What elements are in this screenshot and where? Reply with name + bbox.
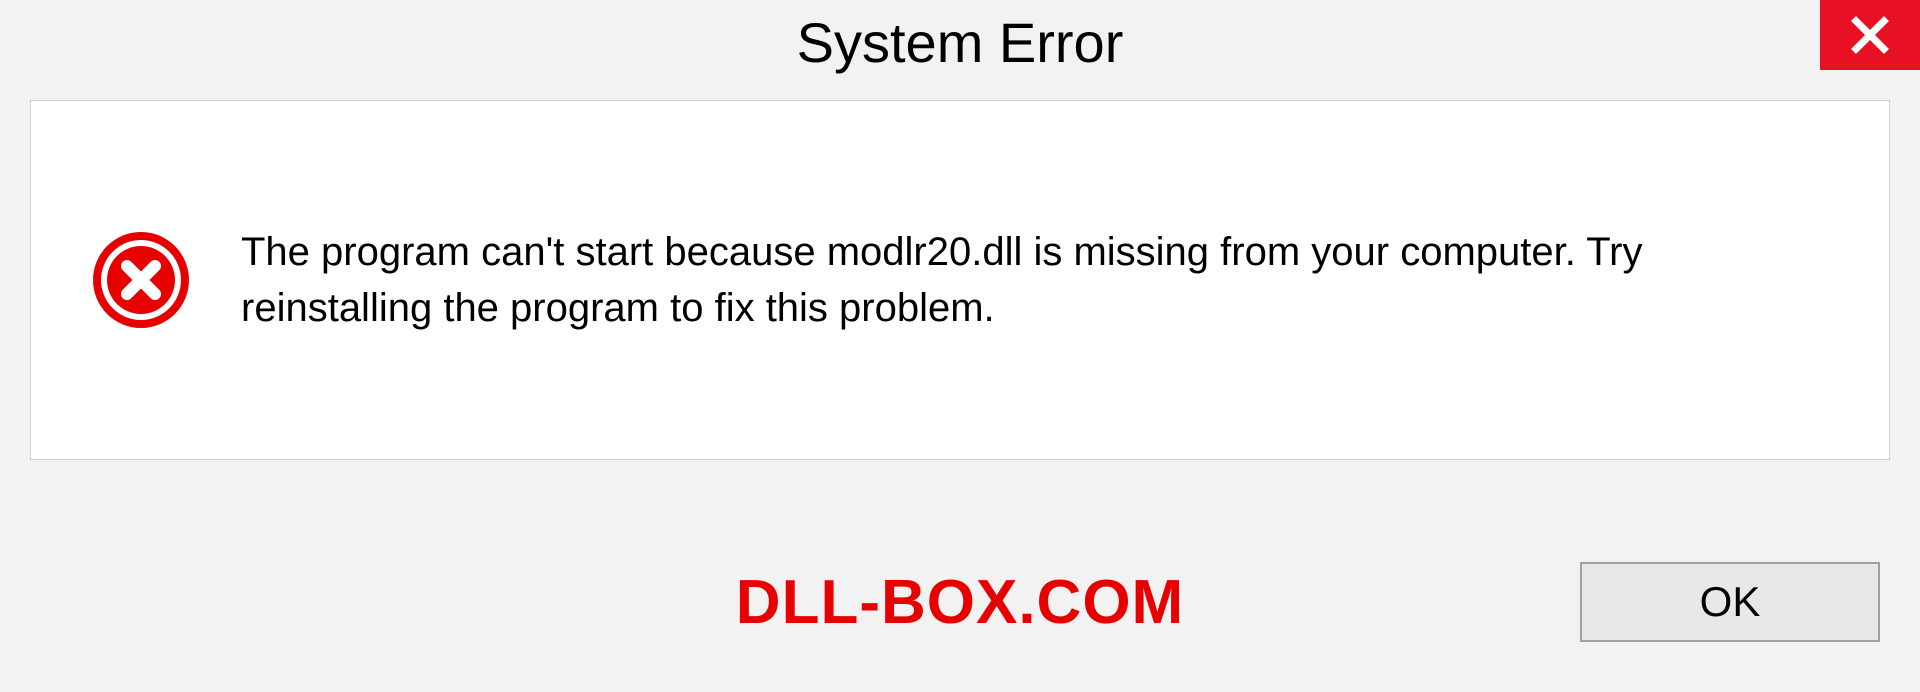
dialog-title: System Error	[797, 10, 1124, 75]
error-message: The program can't start because modlr20.…	[241, 224, 1829, 336]
message-panel: The program can't start because modlr20.…	[30, 100, 1890, 460]
close-icon	[1850, 15, 1890, 55]
close-button[interactable]	[1820, 0, 1920, 70]
ok-button[interactable]: OK	[1580, 562, 1880, 642]
error-icon	[91, 230, 191, 330]
dialog-footer: DLL-BOX.COM OK	[0, 512, 1920, 692]
watermark-text: DLL-BOX.COM	[736, 567, 1184, 638]
titlebar: System Error	[0, 0, 1920, 100]
error-icon-container	[91, 230, 191, 330]
